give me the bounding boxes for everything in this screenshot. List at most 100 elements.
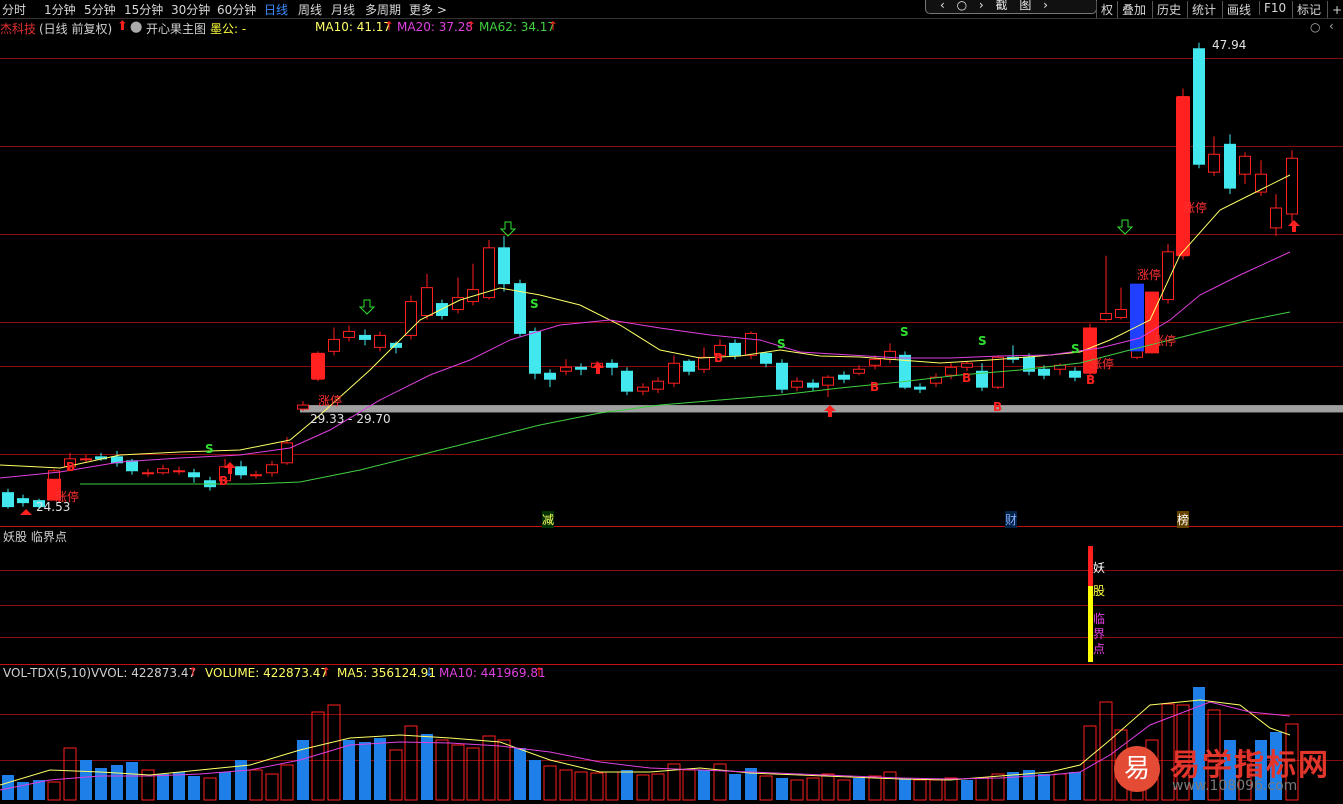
volume-bar-down [343, 740, 355, 800]
volume-bar-up [605, 771, 619, 801]
candle-up [250, 474, 262, 477]
volume-bar-up [497, 739, 511, 801]
volume-bar-up [265, 773, 279, 801]
volume-bar-down [80, 760, 92, 800]
candle-up [637, 386, 649, 392]
candle-up [668, 362, 680, 384]
candle-up [281, 442, 293, 464]
candle-up [853, 368, 865, 374]
period-label: (日线 前复权) [39, 22, 113, 36]
settings-circle-icon[interactable]: ○ [1310, 20, 1320, 34]
volume-bar-up [1083, 725, 1097, 801]
ma10-line [0, 174, 1291, 469]
volume-bar-up [913, 779, 927, 801]
volume-bar-up [203, 777, 217, 801]
volume-bar-up [944, 777, 958, 801]
volume-bar-up [435, 739, 449, 801]
limit-up-label: 涨停 [1152, 334, 1177, 348]
candle-down [606, 362, 618, 368]
candle-up [698, 356, 710, 370]
candle-up [961, 362, 973, 368]
volume-bar-down [729, 774, 741, 800]
up-arrow-icon: ↑ [188, 665, 199, 679]
candle-up [1115, 309, 1127, 318]
template-name[interactable]: 开心果主图 [146, 20, 206, 37]
limit-up-label: 涨停 [1090, 357, 1115, 371]
candle-down [1224, 143, 1236, 189]
volume-bar-up [975, 777, 989, 801]
buy-signal: B [870, 380, 880, 394]
ma62-label: MA62: 34.17 [479, 20, 556, 34]
event-label-reduce[interactable]: 减 [542, 511, 555, 528]
volume-bar-up [280, 764, 294, 801]
candle-up [945, 366, 957, 376]
limit-up-candle [311, 353, 325, 380]
ma20-label: MA20: 37.28 [397, 20, 474, 34]
buy-signal: B [1086, 373, 1096, 387]
collapse-icon[interactable]: ‹ [1329, 19, 1334, 33]
dropdown-icon[interactable]: ⬤ [130, 20, 142, 33]
volume-bar-down [514, 748, 526, 800]
volume-bar-down [359, 742, 371, 800]
volume-bar-up [543, 765, 557, 801]
watermark: 易 易学指标网 www.108096.com [1108, 736, 1343, 804]
sell-arrow-icon [1116, 219, 1134, 235]
limit-up-label: 涨停 [318, 394, 343, 408]
volume-bar-down [188, 776, 200, 800]
buy-arrow-icon [1288, 220, 1300, 232]
volume-label: VOLUME: 422873.47 [205, 666, 328, 680]
candle-up [869, 358, 881, 366]
candle-up [1100, 313, 1112, 320]
volume-bar-up [868, 775, 882, 801]
candle-up [157, 468, 169, 474]
sub-panel-title: 妖股 临界点 [3, 530, 67, 544]
candle-up [328, 338, 340, 352]
volume-bar-up [759, 775, 773, 801]
volume-bar-down [374, 738, 386, 800]
buy-signal: B [219, 474, 229, 488]
event-label-finance[interactable]: 财 [1005, 511, 1018, 528]
candle-up [745, 332, 757, 356]
candle-down [575, 366, 587, 370]
candle-down [359, 334, 371, 340]
sell-signal: S [530, 297, 539, 311]
volume-bar-down [111, 765, 123, 800]
support-band-label: 29.33 - 29.70 [310, 412, 391, 426]
volume-ma5-label: MA5: 356124.91 [337, 666, 436, 680]
candle-down [17, 498, 29, 504]
candle-up [791, 380, 803, 388]
candle-up [142, 472, 154, 475]
candle-down [914, 386, 926, 390]
up-arrow-icon: ⬆ [117, 19, 128, 34]
sell-signal: S [205, 442, 214, 456]
candle-down [126, 460, 138, 472]
watermark-logo: 易 [1114, 746, 1160, 792]
volume-bar-down [219, 772, 231, 800]
sell-signal: S [978, 334, 987, 348]
volume-bar-up [249, 769, 263, 801]
candle-down [529, 330, 541, 374]
sell-signal: S [900, 325, 909, 339]
ma62-line [80, 311, 1291, 485]
kline-chart[interactable] [0, 0, 1343, 804]
volume-bar-up [1053, 773, 1067, 801]
volume-bar-up [821, 773, 835, 801]
buy-signal: B [993, 400, 1003, 414]
volume-bar-up [574, 771, 588, 801]
volume-bar-up [389, 749, 403, 801]
candle-down [188, 472, 200, 478]
signal-char: 点 [1093, 642, 1106, 656]
volume-bar-up [47, 781, 61, 801]
volume-bar-up [63, 747, 77, 801]
candle-down [498, 247, 510, 285]
up-arrow-icon: ↑ [534, 665, 545, 679]
candle-down [760, 352, 772, 364]
candle-down [807, 382, 819, 388]
special-candle [1130, 283, 1144, 352]
indicator-name: 墨公: - [210, 22, 247, 36]
event-label-ranking[interactable]: 榜 [1177, 511, 1190, 528]
volume-bar-up [929, 779, 943, 801]
volume-ma10-label: MA10: 441969.81 [439, 666, 546, 680]
sell-signal: S [1071, 342, 1080, 356]
sell-arrow-icon [499, 221, 517, 237]
